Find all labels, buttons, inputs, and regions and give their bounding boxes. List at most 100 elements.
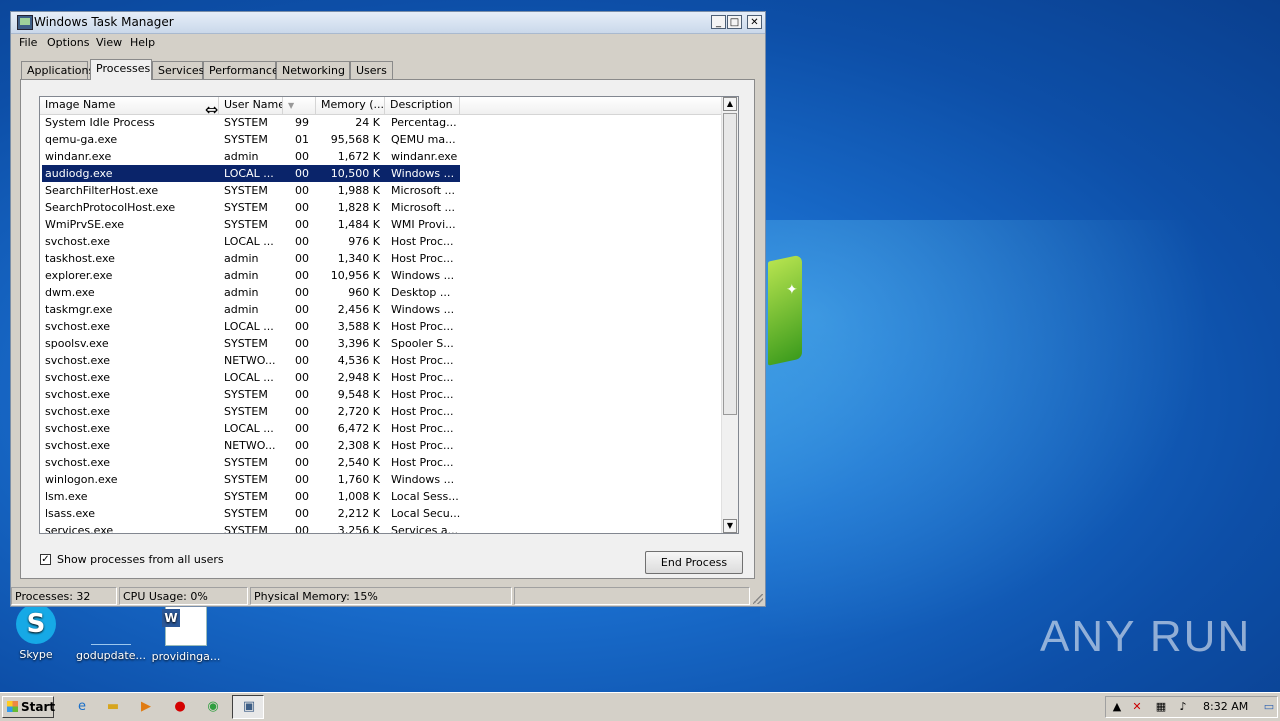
desktop-icon-skype[interactable]: S Skype bbox=[0, 604, 78, 661]
folder-icon[interactable]: ▬ bbox=[104, 698, 122, 716]
table-row[interactable]: winlogon.exe SYSTEM 00 1,760 K Windows ... bbox=[40, 471, 723, 488]
table-row[interactable]: audiodg.exe LOCAL ... 00 10,500 K Windows ..… bbox=[40, 165, 723, 182]
column-memory[interactable]: Memory (... bbox=[316, 97, 385, 114]
table-row[interactable]: SearchProtocolHost.exe SYSTEM 00 1,828 K Mic… bbox=[40, 199, 723, 216]
column-description[interactable]: Description bbox=[385, 97, 460, 114]
close-button[interactable]: ✕ bbox=[747, 15, 762, 29]
desktop-icon-godupdate[interactable]: godupdate... bbox=[69, 604, 153, 662]
cell-description: WMI Provi... bbox=[391, 218, 456, 231]
scroll-up-icon[interactable]: ▲ bbox=[723, 97, 737, 111]
minimize-button[interactable]: _ bbox=[711, 15, 726, 29]
cell-user-name: SYSTEM bbox=[224, 507, 268, 520]
table-row[interactable]: taskhost.exe admin 00 1,340 K Host Proc... bbox=[40, 250, 723, 267]
table-row[interactable]: svchost.exe LOCAL ... 00 3,588 K Host Proc..… bbox=[40, 318, 723, 335]
cell-image-name: svchost.exe bbox=[45, 422, 111, 435]
system-tray: ▲ ✕ ▦ ♪ 8:32 AM ▭ bbox=[1105, 696, 1278, 718]
cell-memory: 3,588 K bbox=[337, 320, 380, 333]
cell-image-name: svchost.exe bbox=[45, 235, 111, 248]
table-row[interactable]: System Idle Process SYSTEM 99 24 K Percentag… bbox=[40, 114, 723, 131]
menu-view[interactable]: View bbox=[96, 36, 122, 49]
cell-user-name: SYSTEM bbox=[224, 218, 268, 231]
cell-cpu: 00 bbox=[295, 371, 309, 384]
menu-options[interactable]: Options bbox=[47, 36, 89, 49]
clock[interactable]: 8:32 AM bbox=[1203, 700, 1248, 713]
media-player-icon[interactable]: ▶ bbox=[137, 698, 155, 716]
table-row[interactable]: svchost.exe LOCAL ... 00 6,472 K Host Proc..… bbox=[40, 420, 723, 437]
table-row[interactable]: svchost.exe SYSTEM 00 2,720 K Host Proc... bbox=[40, 403, 723, 420]
scroll-thumb[interactable] bbox=[723, 113, 737, 415]
network-icon[interactable]: ▦ bbox=[1154, 700, 1168, 714]
cell-memory: 2,212 K bbox=[337, 507, 380, 520]
volume-icon[interactable]: ♪ bbox=[1176, 700, 1190, 714]
tab-services[interactable]: Services bbox=[152, 61, 204, 79]
opera-icon[interactable]: ● bbox=[171, 698, 189, 716]
show-desktop-icon[interactable]: ▭ bbox=[1262, 700, 1276, 714]
window-title: Windows Task Manager bbox=[34, 15, 174, 29]
cell-description: Host Proc... bbox=[391, 354, 454, 367]
chrome-icon[interactable]: ◉ bbox=[204, 698, 222, 716]
cell-memory: 1,760 K bbox=[337, 473, 380, 486]
resize-grip-icon[interactable] bbox=[753, 594, 763, 604]
cell-user-name: SYSTEM bbox=[224, 473, 268, 486]
table-row[interactable]: svchost.exe SYSTEM 00 2,540 K Host Proc... bbox=[40, 454, 723, 471]
title-bar[interactable]: Windows Task Manager _ □ ✕ bbox=[11, 12, 765, 34]
cell-image-name: spoolsv.exe bbox=[45, 337, 109, 350]
cell-cpu: 00 bbox=[295, 490, 309, 503]
menu-file[interactable]: File bbox=[19, 36, 37, 49]
table-row[interactable]: explorer.exe admin 00 10,956 K Windows ... bbox=[40, 267, 723, 284]
show-all-users-checkbox[interactable]: ✓ bbox=[40, 554, 51, 565]
cell-user-name: LOCAL ... bbox=[224, 167, 274, 180]
show-hidden-icons-icon[interactable]: ▲ bbox=[1110, 700, 1124, 714]
vertical-scrollbar[interactable]: ▲ ▼ bbox=[721, 97, 738, 533]
table-row[interactable]: spoolsv.exe SYSTEM 00 3,396 K Spooler S... bbox=[40, 335, 723, 352]
table-row[interactable]: lsm.exe SYSTEM 00 1,008 K Local Sess... bbox=[40, 488, 723, 505]
table-row[interactable]: svchost.exe LOCAL ... 00 976 K Host Proc... bbox=[40, 233, 723, 250]
cell-user-name: admin bbox=[224, 269, 259, 282]
cell-image-name: taskhost.exe bbox=[45, 252, 115, 265]
table-row[interactable]: taskmgr.exe admin 00 2,456 K Windows ... bbox=[40, 301, 723, 318]
table-row[interactable]: WmiPrvSE.exe SYSTEM 00 1,484 K WMI Provi... bbox=[40, 216, 723, 233]
wallpaper-butterfly: ✦ bbox=[786, 282, 798, 298]
table-row[interactable]: svchost.exe LOCAL ... 00 2,948 K Host Proc..… bbox=[40, 369, 723, 386]
sort-arrow-icon: ▼ bbox=[288, 101, 295, 110]
process-rows: System Idle Process SYSTEM 99 24 K Percentag… bbox=[40, 114, 723, 534]
word-document-icon bbox=[162, 604, 207, 646]
cell-user-name: LOCAL ... bbox=[224, 422, 274, 435]
table-row[interactable]: SearchFilterHost.exe SYSTEM 00 1,988 K Micro… bbox=[40, 182, 723, 199]
table-row[interactable]: svchost.exe SYSTEM 00 9,548 K Host Proc... bbox=[40, 386, 723, 403]
cell-user-name: SYSTEM bbox=[224, 116, 268, 129]
table-row[interactable]: windanr.exe admin 00 1,672 K windanr.exe bbox=[40, 148, 723, 165]
cell-image-name: lsm.exe bbox=[45, 490, 88, 503]
skype-icon: S bbox=[16, 604, 56, 644]
tab-applications[interactable]: Applications bbox=[21, 61, 94, 79]
table-row[interactable]: dwm.exe admin 00 960 K Desktop ... bbox=[40, 284, 723, 301]
internet-explorer-icon[interactable]: e bbox=[73, 698, 91, 716]
tab-performance[interactable]: Performance bbox=[203, 61, 279, 79]
column-image-name[interactable]: Image Name bbox=[40, 97, 219, 114]
action-center-icon[interactable]: ✕ bbox=[1130, 700, 1144, 714]
taskbar-task-manager[interactable]: ▣ bbox=[232, 695, 264, 719]
column-user-name[interactable]: User Name bbox=[219, 97, 283, 114]
show-all-users-label[interactable]: Show processes from all users bbox=[57, 553, 224, 566]
cell-description: Percentag... bbox=[391, 116, 457, 129]
cell-description: Services a... bbox=[391, 524, 459, 534]
column-cpu[interactable]: ▼ bbox=[283, 97, 316, 114]
end-process-button[interactable]: End Process bbox=[645, 551, 743, 574]
tab-networking[interactable]: Networking bbox=[276, 61, 350, 79]
table-row[interactable]: services.exe SYSTEM 00 3,256 K Services a... bbox=[40, 522, 723, 534]
scroll-down-icon[interactable]: ▼ bbox=[723, 519, 737, 533]
menu-help[interactable]: Help bbox=[130, 36, 155, 49]
tab-users[interactable]: Users bbox=[350, 61, 393, 79]
maximize-button[interactable]: □ bbox=[727, 15, 742, 29]
cell-image-name: WmiPrvSE.exe bbox=[45, 218, 125, 231]
start-button[interactable]: Start bbox=[2, 696, 55, 718]
table-row[interactable]: qemu-ga.exe SYSTEM 01 95,568 K QEMU ma... bbox=[40, 131, 723, 148]
table-row[interactable]: lsass.exe SYSTEM 00 2,212 K Local Secu... bbox=[40, 505, 723, 522]
table-row[interactable]: svchost.exe NETWO... 00 2,308 K Host Proc... bbox=[40, 437, 723, 454]
desktop-icon-providinga[interactable]: providinga... bbox=[144, 604, 228, 663]
process-list[interactable]: Image Name User Name ▼ Memory (... Descr… bbox=[39, 96, 739, 534]
tab-processes[interactable]: Processes bbox=[90, 59, 152, 80]
status-bar: Processes: 32 CPU Usage: 0% Physical Mem… bbox=[11, 586, 765, 606]
cell-user-name: SYSTEM bbox=[224, 184, 268, 197]
table-row[interactable]: svchost.exe NETWO... 00 4,536 K Host Proc... bbox=[40, 352, 723, 369]
